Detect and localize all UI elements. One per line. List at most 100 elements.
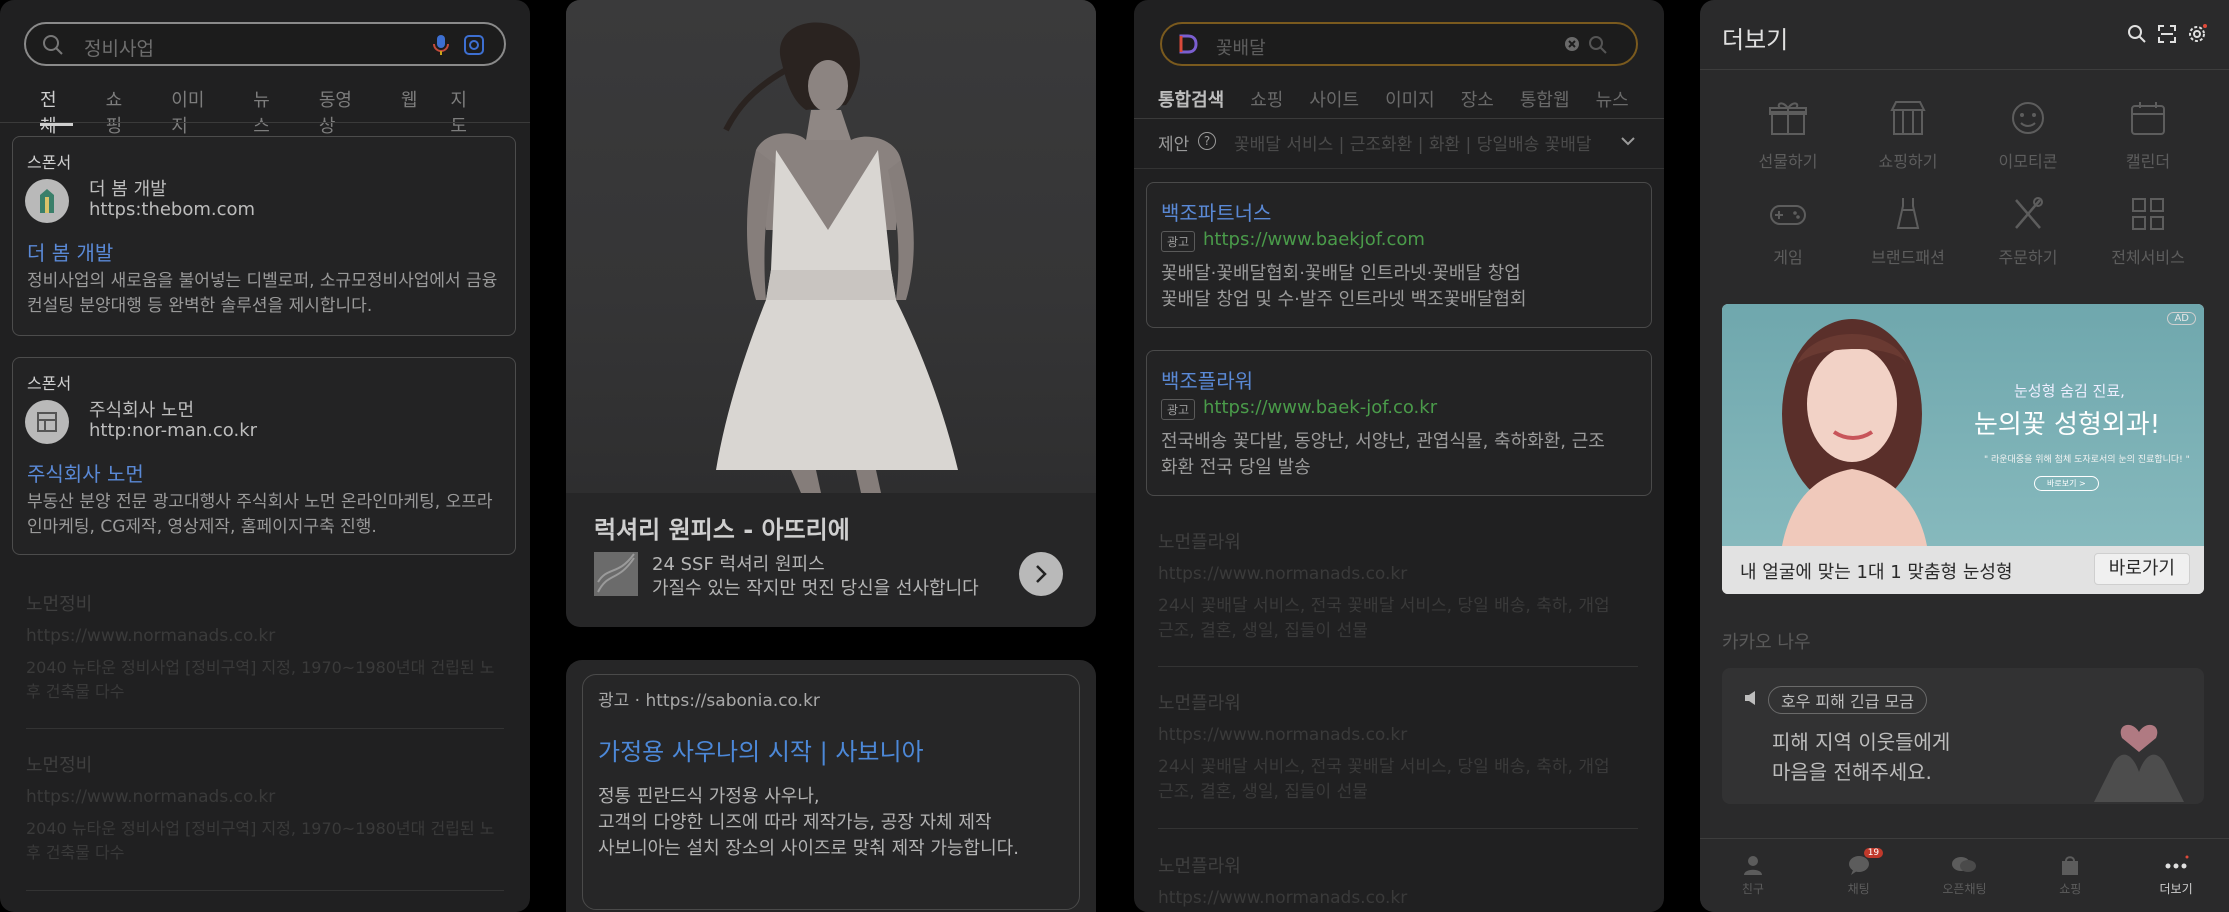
ad-label-url[interactable]: 광고 · https://sabonia.co.kr: [598, 686, 820, 711]
result-title[interactable]: 노먼플라워: [1158, 528, 1638, 554]
service-emoticon[interactable]: 이모티콘: [1968, 96, 2088, 172]
advertiser-url[interactable]: http:nor-man.co.kr: [89, 420, 257, 441]
daum-logo-icon: [1178, 34, 1198, 58]
search-bar[interactable]: 꽃배달: [1160, 22, 1638, 66]
kakaotalk-more-panel: 더보기 선물하기 쇼핑하기 이모티콘 캘린더 게임 브랜드패션 주문하기 전체서…: [1700, 0, 2229, 912]
gear-icon[interactable]: [2187, 24, 2207, 48]
advertiser-name: 더 봄 개발: [89, 179, 167, 200]
banner-view-button[interactable]: 바로보기 >: [2034, 476, 2099, 491]
tab-web[interactable]: 웹: [401, 86, 418, 126]
result-url[interactable]: https://www.normanads.co.kr: [1158, 725, 1638, 745]
tab-sites[interactable]: 사이트: [1309, 86, 1359, 112]
sponsored-ad[interactable]: 백조플라워 광고 https://www.baek-jof.co.kr 전국배송…: [1146, 350, 1652, 496]
search-icon: [42, 34, 64, 60]
search-result[interactable]: 노먼플라워 https://www.normanads.co.kr 24시 꽃배…: [1158, 528, 1638, 644]
result-snippet: 2040 뉴타운 정비사업 [정비구역] 지정, 1970~1980년대 건립된…: [26, 819, 495, 862]
scan-icon[interactable]: [2157, 24, 2177, 48]
sponsored-ad[interactable]: 백조파트너스 광고 https://www.baekjof.com 꽃배달·꽃배…: [1146, 182, 1652, 328]
tab-places[interactable]: 장소: [1461, 86, 1494, 112]
suggestion-label: 제안: [1158, 135, 1190, 155]
campaign-tag: 호우 피해 긴급 모금: [1768, 686, 1928, 714]
service-shopping[interactable]: 쇼핑하기: [1848, 96, 1968, 172]
tab-news[interactable]: 뉴스: [1596, 86, 1629, 112]
site-favicon: [25, 179, 69, 223]
tab-web[interactable]: 통합웹: [1520, 86, 1570, 112]
result-title[interactable]: 노먼정비: [26, 590, 504, 616]
tab-videos[interactable]: 동영상: [319, 86, 368, 137]
tab-all[interactable]: 전체: [40, 86, 73, 137]
search-result[interactable]: 노먼정비 https://www.normanads.co.kr 2040 뉴타…: [26, 751, 504, 865]
search-icon[interactable]: [2127, 24, 2147, 48]
search-result[interactable]: 노먼플라워 https://www.normanads.co.kr: [1158, 852, 1638, 912]
nav-friends[interactable]: 친구: [1708, 854, 1798, 897]
result-title[interactable]: 노먼정비: [26, 751, 504, 777]
product-ad-card[interactable]: 럭셔리 원피스 - 아뜨리에 24 SSF 럭셔리 원피스 가질수 있는 작지만…: [566, 0, 1096, 627]
ad-description-line: 정통 핀란드식 가정용 사우나,: [598, 786, 820, 807]
shopping-bag-icon: [2062, 856, 2079, 875]
sponsored-ad[interactable]: 스폰서 더 봄 개발 https:thebom.com 더 봄 개발 정비사업의…: [12, 136, 516, 336]
result-url[interactable]: https://www.normanads.co.kr: [1158, 888, 1638, 908]
donation-card[interactable]: 호우 피해 긴급 모금 피해 지역 이웃들에게 마음을 전해주세요.: [1722, 668, 2204, 804]
service-order[interactable]: 주문하기: [1968, 192, 2088, 268]
nav-shopping[interactable]: 쇼핑: [2025, 854, 2115, 897]
nav-chats[interactable]: 19 채팅: [1814, 848, 1904, 897]
advertiser-url[interactable]: https:thebom.com: [89, 199, 255, 220]
product-title[interactable]: 럭셔리 원피스 - 아뜨리에: [594, 510, 850, 545]
result-url[interactable]: https://www.normanads.co.kr: [26, 787, 504, 807]
tab-shopping[interactable]: 쇼핑: [1250, 86, 1283, 112]
help-icon[interactable]: ?: [1198, 132, 1216, 150]
search-bar[interactable]: 정비사업: [24, 22, 506, 66]
service-label: 주문하기: [1998, 248, 2058, 267]
search-input[interactable]: 꽃배달: [1216, 34, 1266, 60]
sponsored-ad[interactable]: 스폰서 주식회사 노먼 http:nor-man.co.kr 주식회사 노먼 부…: [12, 357, 516, 555]
tab-images[interactable]: 이미지: [1385, 86, 1435, 112]
camera-lens-icon[interactable]: [462, 33, 486, 61]
divider: [1134, 168, 1664, 169]
ad-url[interactable]: https://www.baek-jof.co.kr: [1203, 397, 1437, 418]
page-title: 더보기: [1722, 26, 1789, 54]
microphone-icon[interactable]: [431, 33, 451, 61]
tab-maps[interactable]: 지도: [450, 86, 483, 137]
ad-title-link[interactable]: 더 봄 개발: [27, 237, 113, 266]
sauna-ad-card[interactable]: 광고 · https://sabonia.co.kr 가정용 사우나의 시작 |…: [566, 660, 1096, 912]
result-url[interactable]: https://www.normanads.co.kr: [26, 626, 504, 646]
ad-title-link[interactable]: 가정용 사우나의 시작 | 사보니아: [598, 732, 924, 767]
result-title[interactable]: 노먼플라워: [1158, 689, 1638, 715]
result-title[interactable]: 노먼플라워: [1158, 852, 1638, 878]
nav-more[interactable]: 더보기: [2131, 854, 2221, 897]
service-gift[interactable]: 선물하기: [1728, 96, 1848, 172]
header-actions: [2127, 24, 2207, 48]
suggestion-list[interactable]: 꽃배달 서비스 | 근조화환 | 화환 | 당일배송 꽃배달: [1234, 130, 1634, 155]
ad-title-link[interactable]: 백조플라워: [1161, 365, 1253, 394]
result-snippet: 2040 뉴타운 정비사업 [정비구역] 지정, 1970~1980년대 건립된…: [26, 658, 495, 701]
ad-title-link[interactable]: 주식회사 노먼: [27, 458, 144, 487]
search-input[interactable]: 정비사업: [84, 34, 154, 61]
result-url[interactable]: https://www.normanads.co.kr: [1158, 564, 1638, 584]
utensils-icon: [2005, 192, 2051, 236]
service-brand-fashion[interactable]: 브랜드패션: [1848, 192, 1968, 268]
service-calendar[interactable]: 캘린더: [2088, 96, 2208, 172]
ad-description: 정비사업의 새로움을 불어넣는 디벨로퍼, 소규모정비사업에서 금융컨설팅 분양…: [27, 271, 498, 316]
ad-banner[interactable]: AD 눈성형 숨김 진료, 눈의꽃 성형외과! " 라운대중을 위해 첨체 도자…: [1722, 304, 2204, 594]
result-snippet-line: 근조, 결혼, 생일, 집들이 선물: [1158, 621, 1368, 641]
tab-images[interactable]: 이미지: [171, 86, 220, 137]
tab-shopping[interactable]: 쇼핑: [106, 86, 139, 137]
tab-integrated[interactable]: 통합검색: [1158, 86, 1224, 112]
chevron-down-icon[interactable]: [1620, 132, 1636, 151]
clear-icon[interactable]: [1564, 36, 1580, 56]
emoticon-icon: [2005, 96, 2051, 140]
nav-label: 쇼핑: [2059, 882, 2082, 896]
ad-title-link[interactable]: 백조파트너스: [1161, 197, 1271, 226]
search-icon[interactable]: [1588, 35, 1608, 59]
chevron-right-icon[interactable]: [1019, 552, 1063, 596]
tab-news[interactable]: 뉴스: [253, 86, 286, 137]
go-button[interactable]: 바로가기: [2093, 553, 2190, 585]
service-all[interactable]: 전체서비스: [2088, 192, 2208, 268]
search-result[interactable]: 노먼플라워 https://www.normanads.co.kr 24시 꽃배…: [1158, 689, 1638, 805]
search-result[interactable]: 노먼정비 https://www.normanads.co.kr 2040 뉴타…: [26, 590, 504, 704]
service-game[interactable]: 게임: [1728, 192, 1848, 268]
nav-label: 오픈채팅: [1942, 882, 1987, 896]
ad-description: 정통 핀란드식 가정용 사우나, 고객의 다양한 니즈에 따라 제작가능, 공장…: [598, 784, 1019, 862]
ad-url[interactable]: https://www.baekjof.com: [1203, 229, 1425, 250]
nav-openchat[interactable]: 오픈채팅: [1919, 854, 2009, 897]
